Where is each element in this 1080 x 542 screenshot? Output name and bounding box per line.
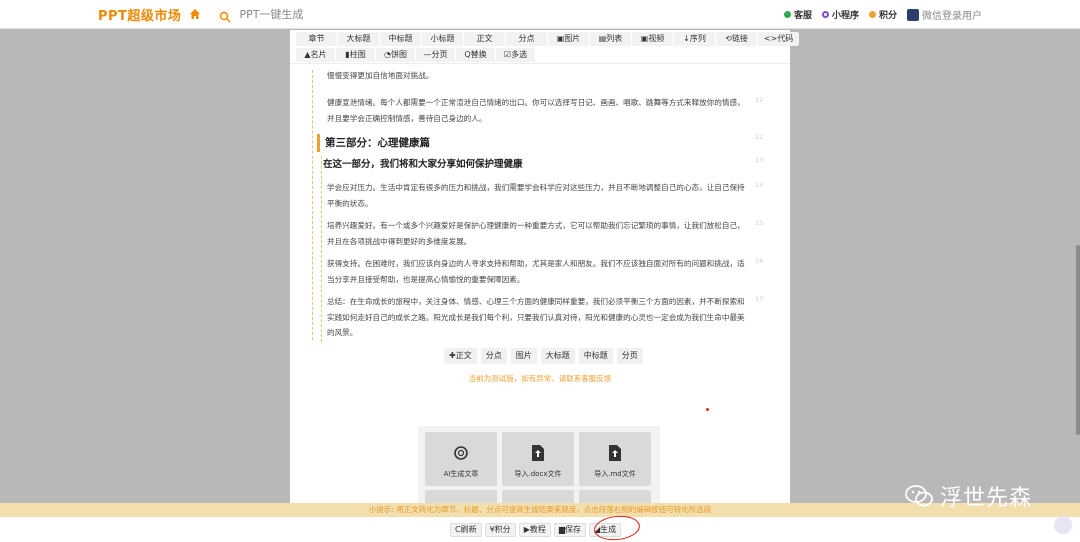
insert-block-row: ✚正文 分点 图片 大标题 中标题 分页 (444, 348, 643, 364)
wechat-icon (904, 484, 934, 508)
header-right: 客服 小程序 积分 微信登录用户 (783, 0, 982, 29)
paragraph[interactable]: 获得支持。在困难时，我们应该向身边的人寻求支持和帮助，尤其是家人和朋友。我们不应… (327, 256, 747, 287)
watermark: 浮世先森 (904, 480, 1032, 512)
toolbar-row-1: 章节 大标题 中标题 小标题 正文 分点 ▣图片 ▤列表 ▣视频 ↓序列 ⟲链接… (296, 32, 800, 46)
login-link[interactable]: 微信登录用户 (907, 7, 982, 22)
service-dot-icon (783, 11, 791, 18)
insert-body-button[interactable]: ✚正文 (444, 348, 477, 364)
section-guide (312, 70, 313, 340)
search-input[interactable]: PPT一键生成 (239, 6, 303, 22)
points-link[interactable]: 积分 (868, 8, 897, 21)
card-button[interactable]: ▲名片 (296, 48, 335, 62)
insert-page-button[interactable]: 分页 (616, 348, 643, 364)
replace-button[interactable]: Q替换 (456, 48, 495, 62)
points-dot-icon (868, 11, 876, 18)
home-icon[interactable] (189, 8, 201, 20)
line-number: 14 (755, 181, 764, 189)
import-docx-card[interactable]: 导入.docx文件 (502, 432, 574, 486)
subsection-heading[interactable]: 在这一部分，我们将和大家分享如何保护理健康 (323, 158, 523, 172)
paragraph[interactable]: 慢慢变得更加自信地面对挑战。 (327, 68, 747, 84)
line-number: 17 (755, 295, 764, 303)
line-number: 16 (755, 257, 764, 265)
pie-chart-button[interactable]: ◔饼图 (376, 48, 415, 62)
tutorial-button[interactable]: ▶教程 (518, 523, 551, 537)
big-title-button[interactable]: 大标题 (338, 32, 379, 46)
code-button[interactable]: <>代码 (758, 32, 799, 46)
paragraph[interactable]: 学会应对压力。生活中肯定有很多的压力和挑战，我们需要学会科学应对这些压力，并且不… (327, 180, 747, 211)
toolbar-row-2: ▲名片 ▮柱图 ◔饼图 —分页 Q替换 ☑多选 (296, 48, 536, 62)
file-import-icon (607, 444, 623, 462)
link-button[interactable]: ⟲链接 (716, 32, 757, 46)
section-heading[interactable]: 第三部分：心理健康篇 (317, 134, 752, 152)
line-number: 15 (755, 219, 764, 227)
insert-bullet-button[interactable]: 分点 (480, 348, 507, 364)
watermark-text: 浮世先森 (940, 486, 1033, 511)
mid-title-button[interactable]: 中标题 (380, 32, 421, 46)
service-link[interactable]: 客服 (783, 8, 812, 21)
import-panel: AI生成文章 导入.docx文件 导入.md文件 (418, 426, 660, 510)
mini-program-link[interactable]: 小程序 (821, 8, 859, 21)
file-import-icon (530, 444, 546, 462)
body-text-button[interactable]: 正文 (464, 32, 505, 46)
bullet-button[interactable]: 分点 (506, 32, 547, 46)
refresh-button[interactable]: C刷新 (450, 523, 482, 537)
site-logo[interactable]: PPT超级市场 (98, 5, 181, 24)
mini-program-icon (821, 11, 829, 18)
openai-icon (453, 444, 469, 462)
small-title-button[interactable]: 小标题 (422, 32, 463, 46)
search-icon[interactable] (219, 8, 231, 23)
image-button[interactable]: ▣图片 (548, 32, 589, 46)
video-button[interactable]: ▣视频 (632, 32, 673, 46)
points-button[interactable]: ¥积分 (484, 523, 516, 537)
paragraph[interactable]: 健康宣泄情绪。每个人都需要一个正常渲泄自己情绪的出口。你可以选择写日记、画画、唱… (327, 95, 747, 126)
card-label: 导入.docx文件 (514, 470, 562, 478)
bar-chart-button[interactable]: ▮柱图 (336, 48, 375, 62)
insert-big-title-button[interactable]: 大标题 (540, 348, 575, 364)
insert-mid-title-button[interactable]: 中标题 (578, 348, 613, 364)
line-number: 13 (755, 156, 764, 164)
page-break-button[interactable]: —分页 (416, 48, 455, 62)
card-label: 导入.md文件 (594, 470, 636, 478)
beta-notice: 当前为测试版，如有异常，请联系客服反馈 (468, 374, 612, 383)
card-label: AI生成文章 (443, 470, 479, 478)
sequence-button[interactable]: ↓序列 (674, 32, 715, 46)
cursor-dot (706, 408, 709, 411)
paragraph[interactable]: 培养兴趣爱好。有一个或多个兴趣爱好是保护心理健康的一种重要方式，它可以帮助我们忘… (327, 218, 747, 249)
page-scrollbar[interactable] (1076, 245, 1080, 435)
insert-image-button[interactable]: 图片 (510, 348, 537, 364)
paragraph[interactable]: 总结：在生命成长的旅程中，关注身体、情感、心理三个方面的健康同样重要，我们必须平… (327, 294, 747, 341)
subsection-guide (321, 156, 322, 342)
line-number: 12 (755, 96, 764, 104)
bottom-bar: C刷新 ¥积分 ▶教程 ▆保存 ◢生成 (0, 517, 1080, 542)
import-md-card[interactable]: 导入.md文件 (579, 432, 651, 486)
line-number: 12 (755, 133, 764, 141)
chapter-button[interactable]: 章节 (296, 32, 337, 46)
save-button[interactable]: ▆保存 (553, 523, 586, 537)
editor-toolbar: 章节 大标题 中标题 小标题 正文 分点 ▣图片 ▤列表 ▣视频 ↓序列 ⟲链接… (290, 30, 799, 64)
multi-select-button[interactable]: ☑多选 (496, 48, 535, 62)
ai-generate-card[interactable]: AI生成文章 (425, 432, 497, 486)
list-button[interactable]: ▤列表 (590, 32, 631, 46)
avatar (907, 8, 919, 21)
assistant-icon[interactable] (1054, 516, 1072, 534)
top-header: PPT超级市场 PPT一键生成 客服 小程序 积分 微信登录用户 (0, 0, 1080, 29)
